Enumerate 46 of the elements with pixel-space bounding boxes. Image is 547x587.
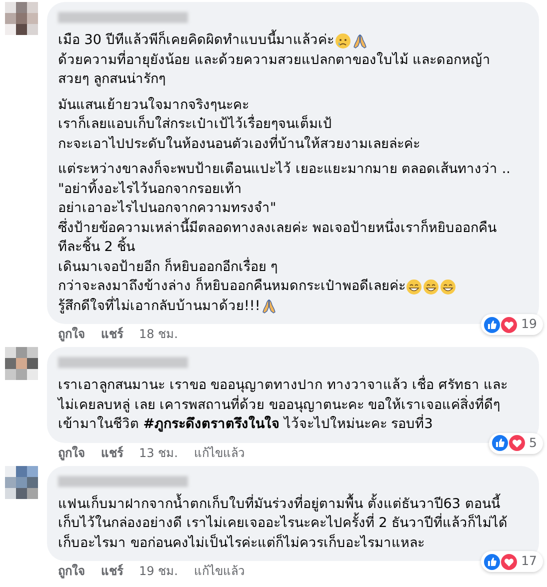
reaction-badge[interactable]: 5: [489, 432, 543, 454]
comment-action-link[interactable]: ถูกใจ: [58, 326, 85, 342]
comment-text: เราเอาลูกสนมานะ เราขอ ขออนุญาตทางปาก ทางวาจาแล้ว เชื่อ ศรัทธา และ: [58, 376, 508, 395]
comment-text: แฟนเก็บมาฝากจากน้ำตกเก็บใบที่มันร่วงที่อยู่ตามพื้น ตั้งแต่ธันวาปี63 ตอนนี้: [58, 494, 500, 512]
comment-time[interactable]: 13 ชม.: [139, 444, 178, 460]
comment-text: รู้สึกดีใจที่ไม่เอากลับบ้านมาด้วย!!!: [58, 296, 260, 316]
comment-text: ไม่เคยลบหลู่ เลย เคารพสถานที่ด้วย ขออนุญาตนะคะ ขอให้เราเจอแค่สิ่งที่ดีๆ: [58, 396, 500, 414]
grinning-face-icon: [406, 278, 422, 295]
comment-action-link[interactable]: ถูกใจ: [58, 563, 85, 579]
comment-action-link[interactable]: ถูกใจ: [58, 444, 85, 460]
pixelated-avatar: [5, 466, 38, 498]
comment-text: ด้วยความที่อายุยังน้อย และด้วยความสวยแปลกตาของใบไม้ และดอกหญ้า: [58, 50, 491, 70]
comment-text: "อย่าทิ้งอะไรไว้นอกจากรอยเท้า: [58, 180, 242, 198]
folded-hands-icon: [352, 32, 368, 49]
comment-text: เราก็เลยแอบเก็บใส่กระเป๋าเป้ไว้เรื่อยๆจนเต็มเป้: [58, 115, 332, 134]
like-icon: [483, 316, 502, 334]
edited-label[interactable]: แก้ไขแล้ว: [194, 563, 245, 579]
comment-text: กะจะเอาไปประดับในห้องนอนตัวเองที่บ้านให้สวยงามเลยล่ะค่ะ: [58, 134, 420, 154]
comment-text: เก็บไว้ในกล่องอย่างดี เราไม่เคยเจออะไรนะคะไปครั้งที่ 2 ธันวาปีที่แล้วก็ไม่ได้: [58, 514, 508, 534]
comment-text: มันแสนเย้ายวนใจมากจริงๆนะคะ: [58, 96, 249, 114]
like-icon: [491, 434, 510, 452]
comment-text: สวยๆ ลูกสนน่ารักๆ: [58, 70, 166, 89]
comment-text: ซึ่งป้ายข้อความเหล่านี้มีตลอดทางลงเลยค่ะ พอเจอป้ายหนึ่งเราก็หยิบออกคืน: [58, 218, 496, 236]
comment-text: ทีละชิ้น 2 ชิ้น: [58, 238, 136, 258]
comment-time[interactable]: 19 ชม.: [139, 563, 178, 579]
comment-action-link[interactable]: แชร์: [101, 326, 123, 342]
comment-time[interactable]: 18 ชม.: [139, 326, 178, 342]
comment-text: กว่าจะลงมาถึงข้างล่าง ก็หยิบออกคืนหมดกระเป๋าพอดีเลยค่ะ: [58, 277, 406, 296]
grinning-face-icon: [423, 278, 440, 295]
grinning-face-icon: [440, 278, 456, 295]
pixelated-avatar: [5, 347, 38, 380]
reaction-badge[interactable]: 19: [481, 314, 543, 335]
sad-face-icon: [334, 32, 351, 49]
like-icon: [483, 552, 502, 571]
reaction-badge[interactable]: 17: [481, 551, 543, 572]
folded-hands-icon: [261, 298, 278, 314]
comment-action-link[interactable]: แชร์: [101, 444, 123, 460]
pixelated-avatar: [5, 2, 38, 35]
comment-text: อย่าเอาอะไรไปนอกจากความทรงจำ": [58, 199, 276, 218]
comment-text: เมือ 30 ปีทีแล้วพีก็เคยคิดผิดทำแบบนี้มาแล้วค่ะ: [58, 31, 334, 50]
comment-text: เข้ามาในชีวิต #ภูกระดึงตราตรึงในใจ ไว้จะไปใหม่นะคะ รอบที่3: [58, 415, 433, 434]
comment-text: เดินมาเจอป้ายอีก ก็หยิบออกอีกเรื่อย ๆ: [58, 258, 278, 276]
comment-text: แต่ระหว่างขาลงก็จะพบป้ายเตือนแปะไว้ เยอะแยะมากมาย ตลอดเส้นทางว่า ..: [58, 160, 510, 178]
comment-text: เก็บอะไรมา ขอก่อนคงไม่เป็นไรค่ะแต่ก็ไม่ควรเก็บอะไรมาแหละ: [58, 534, 424, 552]
edited-label[interactable]: แก้ไขแล้ว: [194, 444, 245, 460]
comment-action-link[interactable]: แชร์: [101, 563, 123, 579]
